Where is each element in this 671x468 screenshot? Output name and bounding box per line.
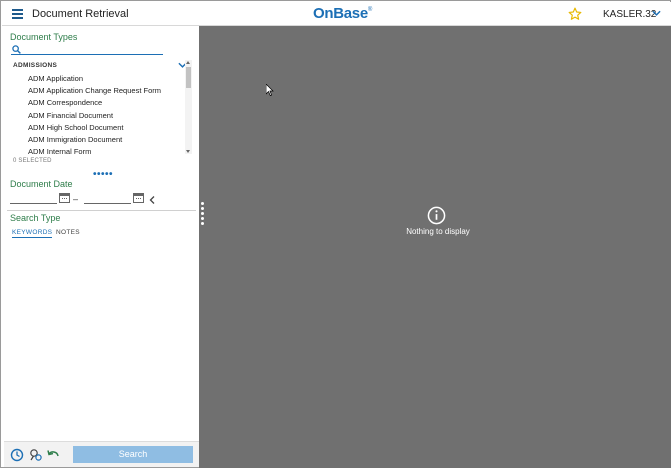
mouse-cursor-icon: [266, 84, 274, 96]
search-type-title: Search Type: [10, 213, 60, 223]
bottom-toolbar: Search: [4, 441, 199, 467]
search-icon: [12, 45, 21, 54]
query-settings-icon[interactable]: [29, 448, 43, 462]
document-types-title: Document Types: [10, 32, 77, 42]
calendar-icon[interactable]: [133, 193, 144, 203]
star-icon[interactable]: [568, 7, 582, 21]
user-name[interactable]: KASLER.32: [603, 9, 656, 20]
empty-state-message: Nothing to display: [363, 227, 513, 236]
undo-icon[interactable]: [46, 448, 60, 462]
selected-count: 0 SELECTED: [13, 158, 52, 164]
list-item[interactable]: ADM Internal Form: [28, 147, 91, 156]
chevron-down-icon[interactable]: [652, 10, 661, 17]
date-to-field[interactable]: [84, 192, 131, 204]
info-icon: [427, 206, 446, 225]
category-header[interactable]: ADMISSIONS: [12, 60, 187, 72]
list-item[interactable]: ADM Immigration Document: [28, 135, 122, 147]
chevron-left-icon[interactable]: [149, 196, 155, 204]
scroll-down-arrow-icon[interactable]: [186, 150, 190, 153]
scroll-up-arrow-icon[interactable]: [186, 61, 190, 64]
document-type-list: ADM Application ADM Application Change R…: [4, 72, 186, 156]
scroll-thumb[interactable]: [186, 67, 191, 88]
section-divider: [7, 210, 196, 211]
logo-text: OnBase: [313, 5, 368, 22]
search-button[interactable]: Search: [73, 446, 193, 463]
top-bar: Document Retrieval OnBase® KASLER.32: [2, 2, 671, 26]
category-label: ADMISSIONS: [13, 62, 57, 69]
splitter-handle[interactable]: [201, 202, 204, 226]
list-item[interactable]: ADM Application: [28, 74, 83, 86]
results-area: Nothing to display: [199, 26, 671, 468]
tab-notes[interactable]: NOTES: [56, 229, 80, 236]
list-item[interactable]: ADM Financial Document: [28, 111, 113, 123]
list-item[interactable]: ADM High School Document: [28, 123, 123, 135]
history-icon[interactable]: [10, 448, 24, 462]
document-date-title: Document Date: [10, 179, 73, 189]
date-from-field[interactable]: [10, 192, 57, 204]
document-type-search-input[interactable]: [23, 43, 161, 54]
search-underline: [11, 54, 163, 55]
calendar-icon[interactable]: [59, 193, 70, 203]
onbase-logo: OnBase®: [313, 5, 372, 22]
panel-resize-handle[interactable]: •••••: [93, 172, 113, 178]
list-item[interactable]: ADM Application Change Request Form: [28, 86, 161, 98]
date-separator: –: [73, 194, 78, 204]
search-panel: Document Types ADMISSIONS ADM Applicatio…: [4, 28, 199, 467]
hamburger-menu-icon[interactable]: [12, 9, 23, 18]
list-scrollbar[interactable]: [185, 60, 192, 154]
logo-mark: ®: [368, 7, 372, 13]
list-item[interactable]: ADM Correspondence: [28, 98, 102, 110]
tab-keywords[interactable]: KEYWORDS: [12, 229, 52, 238]
app-window: Document Retrieval OnBase® KASLER.32 Doc…: [0, 0, 671, 468]
app-title: Document Retrieval: [32, 8, 129, 20]
